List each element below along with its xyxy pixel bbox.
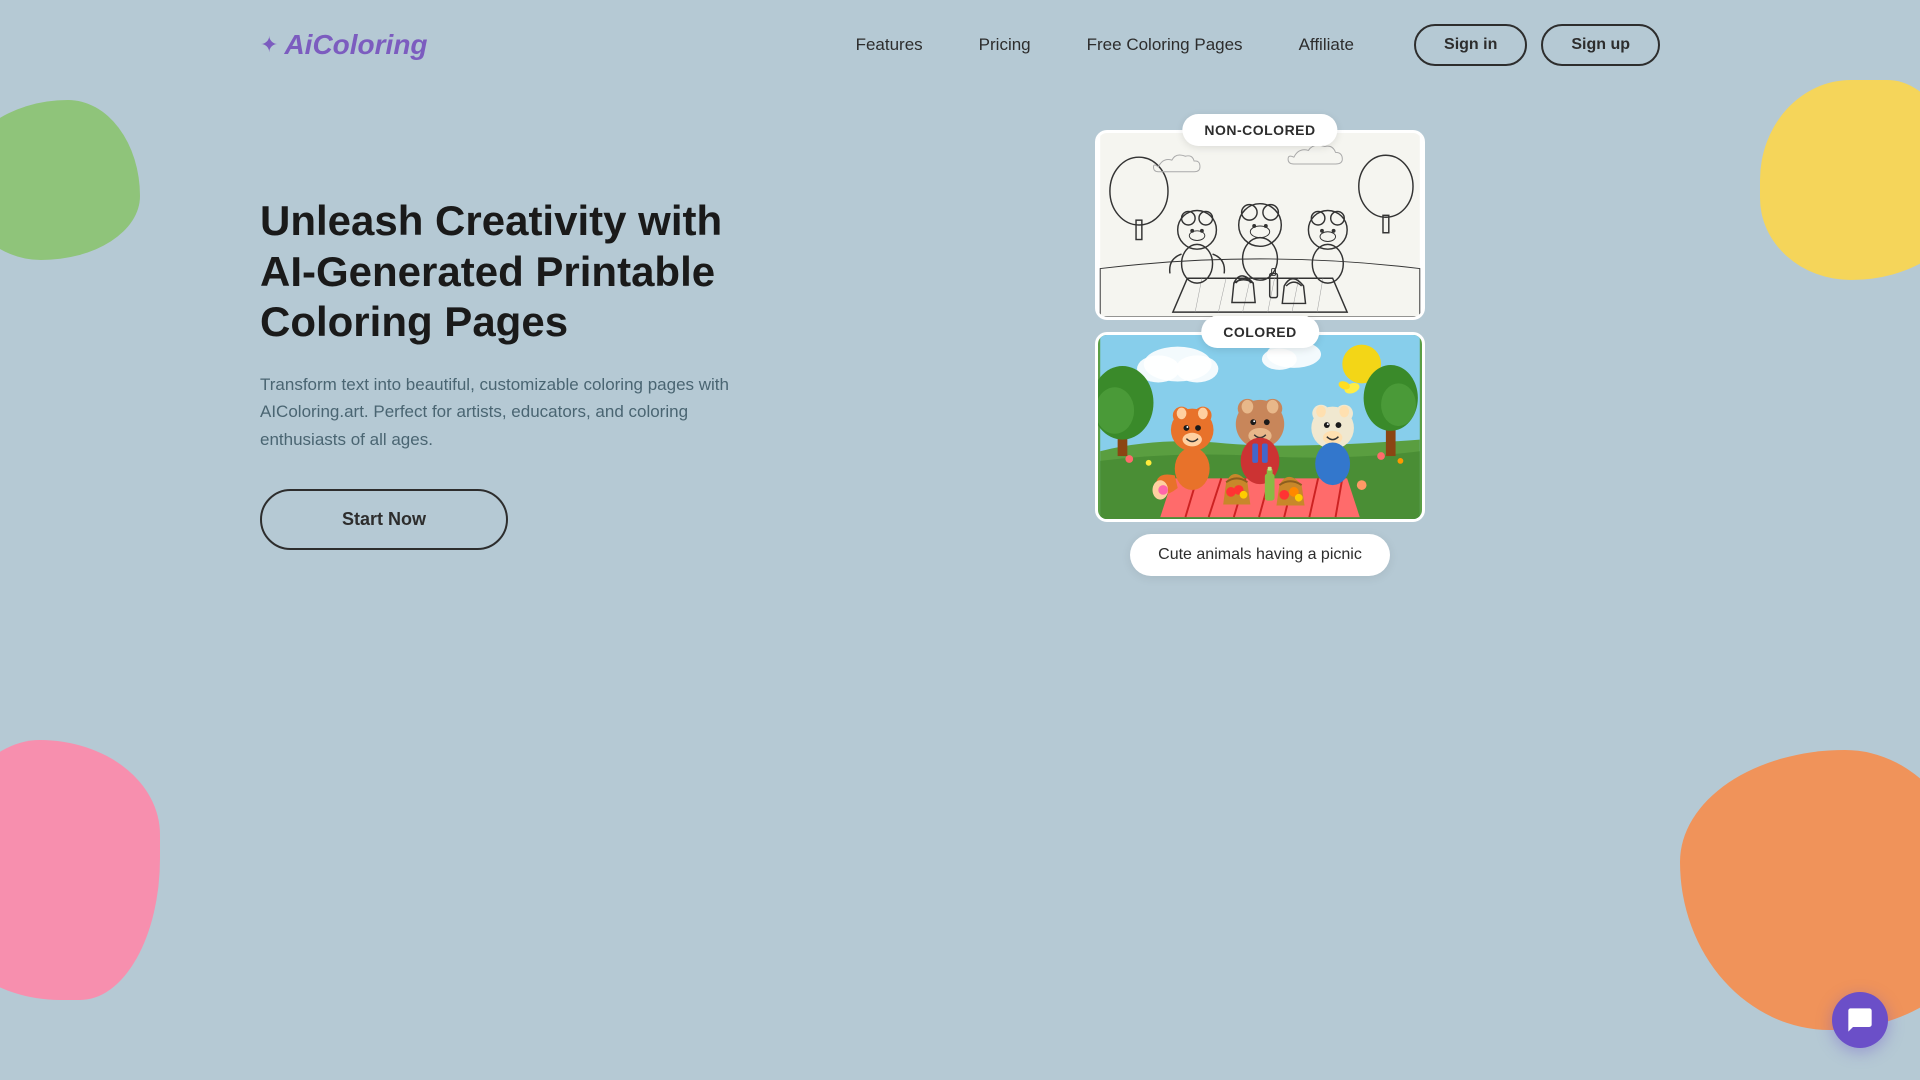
- decorative-blob-orange: [1680, 750, 1920, 1030]
- hero-title: Unleash Creativity with AI-Generated Pri…: [260, 196, 740, 347]
- navbar: ✦ AiColoring Features Pricing Free Color…: [0, 0, 1920, 90]
- colored-svg: [1098, 335, 1422, 519]
- logo-link[interactable]: ✦ AiColoring: [260, 29, 428, 61]
- hero-section: Unleash Creativity with AI-Generated Pri…: [0, 170, 1920, 576]
- nav-free-coloring[interactable]: Free Coloring Pages: [1087, 35, 1243, 55]
- chat-icon: [1846, 1006, 1874, 1034]
- colored-section: COLORED: [1095, 332, 1425, 522]
- hero-images: NON-COLORED: [860, 130, 1660, 576]
- decorative-blob-pink: [0, 740, 160, 1000]
- logo-text: AiColoring: [284, 29, 427, 61]
- nav-actions: Sign in Sign up: [1414, 24, 1660, 66]
- nav-links: Features Pricing Free Coloring Pages Aff…: [856, 35, 1354, 55]
- noncolored-image: [1095, 130, 1425, 320]
- signin-button[interactable]: Sign in: [1414, 24, 1527, 66]
- noncolored-section: NON-COLORED: [1095, 130, 1425, 320]
- nav-pricing[interactable]: Pricing: [979, 35, 1031, 55]
- nav-features[interactable]: Features: [856, 35, 923, 55]
- logo-star-icon: ✦: [260, 32, 278, 58]
- image-caption: Cute animals having a picnic: [1130, 534, 1390, 576]
- hero-subtitle: Transform text into beautiful, customiza…: [260, 371, 740, 453]
- noncolored-badge: NON-COLORED: [1182, 114, 1337, 146]
- chat-button[interactable]: [1832, 992, 1888, 1048]
- signup-button[interactable]: Sign up: [1541, 24, 1660, 66]
- nav-affiliate[interactable]: Affiliate: [1299, 35, 1354, 55]
- colored-image: [1095, 332, 1425, 522]
- hero-content: Unleash Creativity with AI-Generated Pri…: [260, 196, 740, 550]
- colored-badge: COLORED: [1201, 316, 1319, 348]
- start-now-button[interactable]: Start Now: [260, 489, 508, 550]
- noncolored-svg: [1098, 133, 1422, 317]
